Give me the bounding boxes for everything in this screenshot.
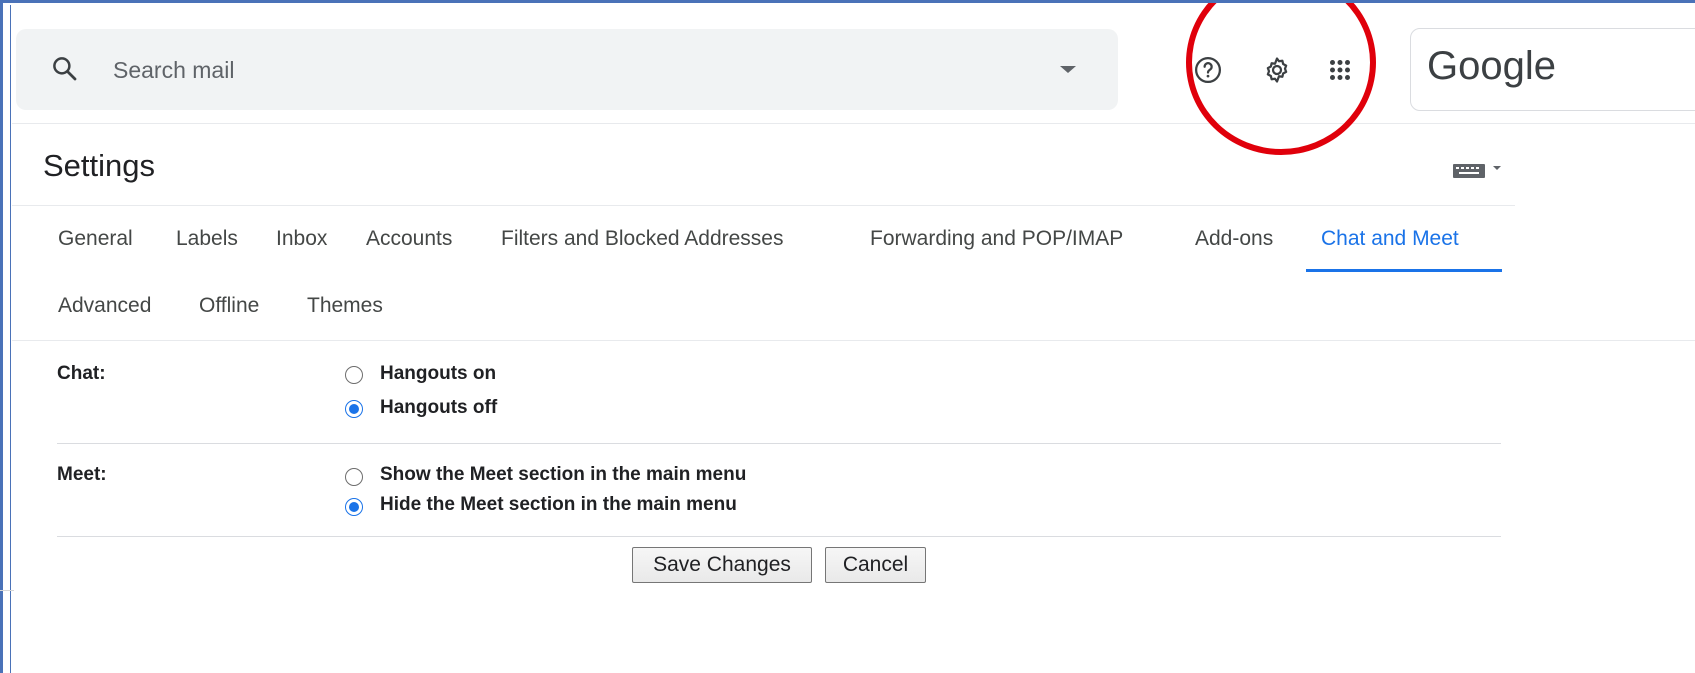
option-label-hide-meet[interactable]: Hide the Meet section in the main menu: [380, 493, 737, 517]
frame-inner-border: [10, 5, 11, 673]
header-divider: [12, 123, 1695, 124]
search-icon[interactable]: [50, 54, 80, 84]
radio-show-meet[interactable]: [345, 468, 363, 486]
search-bar[interactable]: Search mail: [16, 29, 1118, 110]
tab-forwarding[interactable]: Forwarding and POP/IMAP: [870, 226, 1123, 252]
frame-divider: [0, 590, 14, 591]
radio-hangouts-on[interactable]: [345, 366, 363, 384]
input-tools-keyboard-icon[interactable]: [1453, 160, 1505, 180]
tab-advanced[interactable]: Advanced: [58, 293, 151, 319]
tab-filters[interactable]: Filters and Blocked Addresses: [501, 226, 783, 252]
title-divider: [12, 205, 1515, 206]
tab-accounts[interactable]: Accounts: [366, 226, 452, 252]
search-input[interactable]: Search mail: [113, 55, 234, 85]
account-switcher[interactable]: Google: [1410, 28, 1695, 111]
help-icon[interactable]: [1193, 55, 1223, 85]
section-divider: [57, 536, 1501, 537]
page-title: Settings: [43, 148, 156, 183]
gear-icon[interactable]: [1262, 55, 1292, 85]
active-tab-indicator: [1306, 269, 1502, 272]
cancel-button[interactable]: Cancel: [825, 547, 926, 583]
option-label-hangouts-on[interactable]: Hangouts on: [380, 362, 496, 386]
section-divider: [57, 443, 1501, 444]
tabs-divider: [12, 340, 1695, 341]
tab-labels[interactable]: Labels: [176, 226, 238, 252]
tab-add-ons[interactable]: Add-ons: [1195, 226, 1273, 252]
tab-offline[interactable]: Offline: [199, 293, 259, 319]
tab-chat-and-meet[interactable]: Chat and Meet: [1321, 226, 1459, 252]
chat-section-label: Chat:: [57, 363, 106, 384]
google-logo: Google: [1427, 44, 1556, 88]
search-options-caret-icon[interactable]: [1060, 66, 1076, 73]
radio-hangouts-off[interactable]: [345, 400, 363, 418]
option-label-hangouts-off[interactable]: Hangouts off: [380, 396, 497, 420]
meet-section-label: Meet:: [57, 464, 107, 485]
apps-grid-icon[interactable]: [1325, 55, 1355, 85]
option-label-show-meet[interactable]: Show the Meet section in the main menu: [380, 463, 746, 487]
radio-hide-meet[interactable]: [345, 498, 363, 516]
tab-inbox[interactable]: Inbox: [276, 226, 327, 252]
tab-themes[interactable]: Themes: [307, 293, 383, 319]
save-changes-button[interactable]: Save Changes: [632, 547, 812, 583]
tab-general[interactable]: General: [58, 226, 133, 252]
